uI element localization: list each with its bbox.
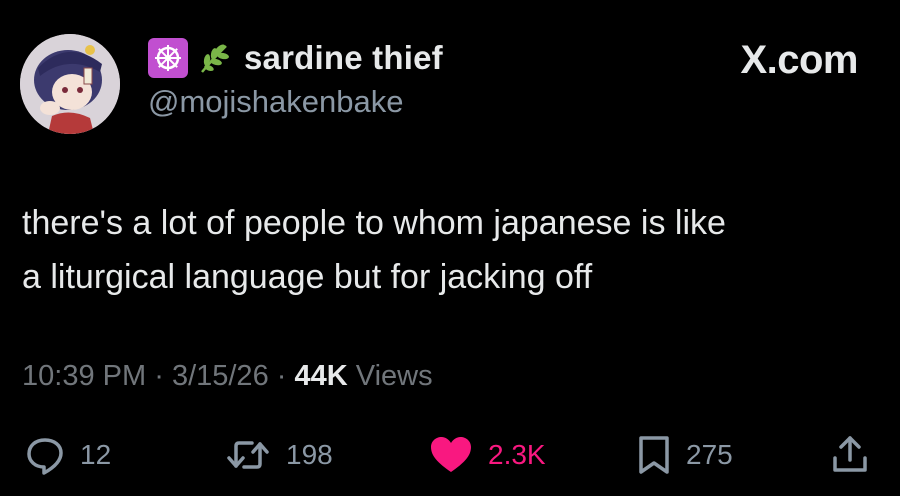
meta-separator: ·: [154, 360, 164, 392]
herb-icon: [194, 38, 234, 78]
brand-label: X.com: [740, 38, 858, 82]
views-label: Views: [355, 360, 433, 392]
bookmark-count: 275: [686, 439, 733, 470]
action-bar: 12 198 2.3K 275: [0, 430, 900, 480]
share-icon: [833, 436, 867, 472]
dharma-wheel-icon: [148, 38, 188, 78]
reply-icon: [27, 438, 63, 475]
repost-count: 198: [286, 439, 333, 470]
user-handle[interactable]: @mojishakenbake: [148, 84, 404, 120]
like-button[interactable]: 2.3K: [428, 430, 546, 480]
share-button[interactable]: [830, 430, 870, 480]
repost-icon: [227, 441, 269, 469]
tweet-time[interactable]: 10:39 PM: [22, 360, 146, 392]
tweet-date[interactable]: 3/15/26: [172, 360, 269, 392]
reply-count: 12: [80, 439, 112, 470]
like-count: 2.3K: [488, 439, 546, 470]
tweet-text: there's a lot of people to whom japanese…: [22, 196, 882, 304]
repost-button[interactable]: 198: [224, 430, 333, 480]
author-name-row: sardine thief: [148, 38, 443, 78]
tweet-meta: 10:39 PM · 3/15/26 · 44K Views: [22, 360, 433, 393]
tweet-text-line: there's a lot of people to whom japanese…: [22, 204, 726, 242]
avatar[interactable]: [20, 34, 120, 134]
bookmark-button[interactable]: 275: [636, 430, 733, 480]
heart-icon: [431, 437, 471, 472]
meta-separator: ·: [276, 360, 287, 392]
reply-button[interactable]: 12: [24, 430, 111, 480]
tweet-text-line: a liturgical language but for jacking of…: [22, 258, 593, 296]
bookmark-icon: [639, 436, 669, 474]
display-name[interactable]: sardine thief: [244, 39, 443, 77]
tweet-card: sardine thief @mojishakenbake X.com ther…: [0, 0, 900, 496]
views-count: 44K: [294, 360, 348, 392]
